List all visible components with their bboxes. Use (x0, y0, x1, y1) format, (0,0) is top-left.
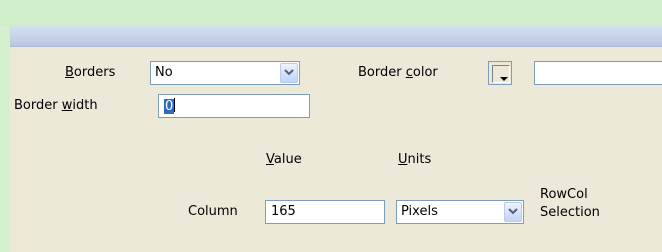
column-value-input[interactable]: 165 (265, 200, 385, 224)
rowcol-line1: RowCol (540, 187, 588, 202)
column-label: Column (188, 204, 238, 219)
chevron-down-icon[interactable] (280, 63, 298, 83)
borders-select-value: No (155, 65, 173, 80)
border-color-label: Border color (358, 65, 438, 80)
column-units-select[interactable]: Pixels (396, 200, 524, 224)
column-value: 165 (271, 204, 296, 219)
units-header: Units (398, 152, 432, 167)
border-color-input[interactable] (534, 61, 662, 85)
text-caret (174, 98, 176, 112)
border-width-label: Border width (14, 98, 98, 113)
borders-label: Borders (65, 65, 116, 80)
background-band-top (0, 0, 662, 26)
border-width-input[interactable]: 0 (158, 94, 310, 118)
swatch-arrow-icon (500, 77, 508, 81)
border-width-value: 0 (164, 99, 175, 114)
dialog-title-bar (10, 26, 662, 47)
border-color-swatch[interactable] (488, 61, 512, 85)
rowcol-line2: Selection (540, 205, 600, 220)
chevron-down-icon[interactable] (504, 202, 522, 222)
rowcol-selection-label: RowCol Selection (540, 186, 600, 222)
borders-select[interactable]: No (150, 61, 300, 85)
column-units-value: Pixels (401, 204, 438, 219)
table-properties-dialog: Borders No Border color Border width 0 V… (10, 26, 662, 252)
value-header: Value (266, 152, 302, 167)
